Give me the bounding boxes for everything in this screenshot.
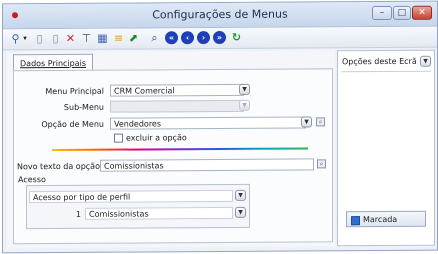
tab-body: Menu Principal CRM Comercial ▼ Sub-Menu … [13,68,333,245]
refresh-icon[interactable]: ↻ [230,31,243,44]
acesso-perfil-dropdown-icon[interactable]: ▼ [235,206,246,218]
sub-menu-label: Sub-Menu [63,102,104,112]
delete-icon[interactable]: ✕ [64,32,77,45]
nav-prev-icon[interactable]: ‹ [181,31,194,45]
side-panel: Opções deste Ecrã ▼ Marcada [337,49,435,247]
marcada-button[interactable]: Marcada [346,210,426,228]
acesso-row-number: 1 [75,209,81,219]
acesso-perfil-select[interactable]: Comissionistas [85,206,233,220]
nav-last-icon[interactable]: » [213,30,226,45]
marcada-icon [351,216,360,226]
minimize-button[interactable]: – [372,5,392,21]
tab-dados-principais[interactable]: Dados Principais [13,53,93,72]
menu-principal-dropdown-icon[interactable]: ▼ [239,83,250,95]
side-panel-title: Opções deste Ecrã [342,56,417,67]
export-icon[interactable]: ⬈ [127,31,140,45]
excluir-checkbox[interactable] [114,133,123,143]
main-window: Configurações de Menus – □ ✕ ⚲ ▾ ▯ ▯ ✕ ⊤… [2,0,438,254]
grid-icon[interactable]: ▦ [96,32,109,45]
acesso-group: Acesso por tipo de perfil ▼ 1 Comissioni… [26,183,250,230]
nav-next-icon[interactable]: › [197,31,210,45]
sub-menu-dropdown-icon[interactable]: ▼ [239,99,250,111]
acesso-title: Acesso [18,175,46,185]
acesso-tipo-select[interactable]: Acesso por tipo de perfil [29,189,233,204]
side-panel-divider [341,70,431,73]
print-preview-icon[interactable]: ⌕ [148,31,161,44]
novo-texto-lookup-icon[interactable]: ⌕ [317,159,326,169]
title-bar: Configurações de Menus – □ ✕ [3,1,437,30]
nav-first-icon[interactable]: « [165,31,178,45]
novo-texto-input[interactable]: Comissionistas [100,158,314,172]
opcao-menu-lookup-icon[interactable]: ⌕ [316,117,325,127]
opcao-menu-dropdown-icon[interactable]: ▼ [301,116,312,128]
acesso-tipo-dropdown-icon[interactable]: ▼ [235,189,246,201]
menu-principal-label: Menu Principal [45,86,104,97]
excluir-label: excluir a opção [126,133,187,143]
main-panel: Dados Principais Menu Principal CRM Come… [7,50,335,249]
filter-icon[interactable]: ≡ [112,32,125,45]
novo-texto-label: Novo texto da opção [17,161,100,172]
marcada-label: Marcada [363,214,398,225]
new-document-icon[interactable]: ▯ [33,32,46,45]
toolbar: ⚲ ▾ ▯ ▯ ✕ ⊤ ▦ ≡ ⬈ ⌕ « ‹ › » ↻ [3,26,437,51]
dropdown-arrow-icon[interactable]: ▾ [21,32,29,45]
side-panel-dropdown-icon[interactable]: ▼ [420,55,431,67]
rainbow-divider [52,147,308,152]
opcao-menu-select[interactable]: Vendedores [110,116,306,130]
sub-menu-select[interactable] [110,99,244,113]
opcao-menu-label: Opção de Menu [41,119,104,130]
close-button[interactable]: ✕ [412,5,432,20]
maximize-button[interactable]: □ [393,5,411,20]
copy-document-icon[interactable]: ▯ [49,32,62,45]
menu-principal-select[interactable]: CRM Comercial [110,83,244,97]
insert-row-icon[interactable]: ⊤ [80,32,93,45]
